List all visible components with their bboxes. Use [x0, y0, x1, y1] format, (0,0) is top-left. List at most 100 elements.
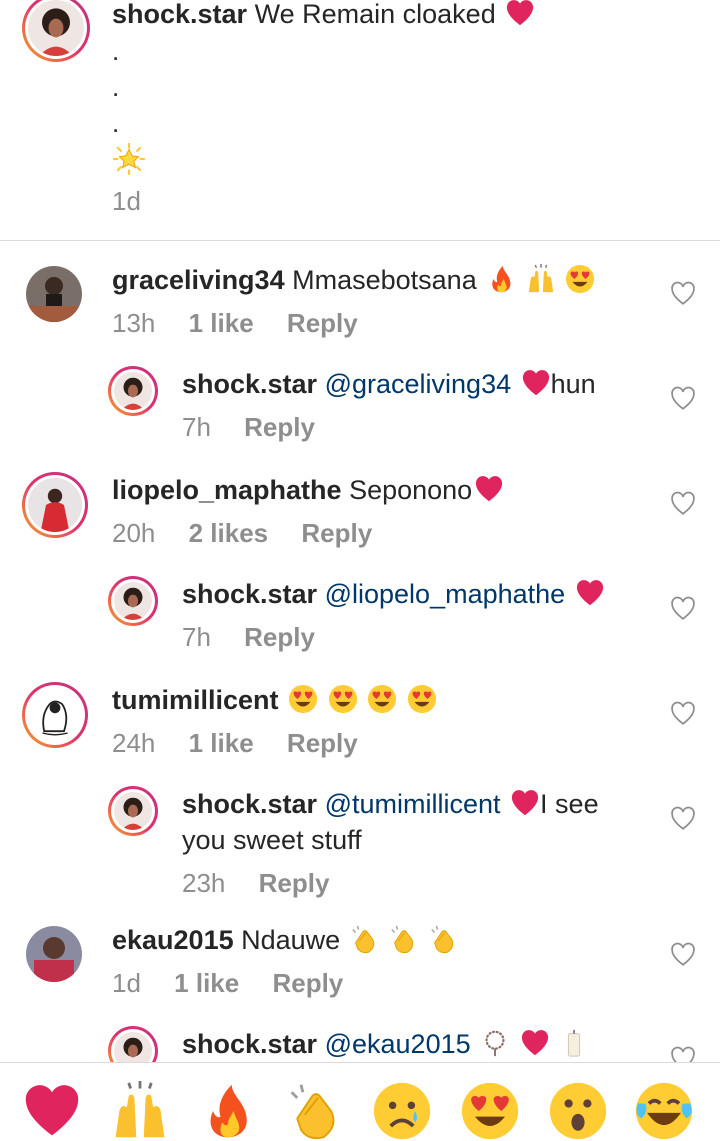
reply-mention[interactable]: @graceliving34 — [325, 369, 512, 399]
comment-time: 1d — [112, 968, 141, 998]
reply-text-continued: you sweet stuff — [182, 825, 362, 855]
caption-line: shock.star We Remain cloaked — [112, 0, 535, 30]
avatar-image — [114, 582, 152, 620]
avatar-image — [28, 688, 82, 742]
like-heart-icon[interactable] — [670, 386, 696, 412]
like-heart-icon[interactable] — [670, 806, 696, 832]
heart-eyes-icon — [367, 684, 397, 714]
reply-line: shock.star @graceliving34 hun — [182, 368, 596, 400]
comment-username[interactable]: tumimillicent — [112, 685, 279, 715]
red-heart-icon — [510, 788, 540, 818]
reply-meta: 7h Reply — [182, 412, 341, 442]
reply-mention[interactable]: @ekau2015 — [325, 1029, 471, 1059]
reply-button[interactable]: Reply — [287, 308, 358, 338]
reply-line: shock.star @liopelo_maphathe — [182, 578, 605, 610]
reply-button[interactable]: Reply — [272, 968, 343, 998]
reply-username[interactable]: shock.star — [182, 579, 317, 609]
comment-text: Ndauwe — [241, 925, 341, 955]
comment-likes[interactable]: 2 likes — [189, 518, 269, 548]
reply-button[interactable]: Reply — [301, 518, 372, 548]
caption-avatar[interactable] — [22, 0, 90, 62]
commenter-avatar[interactable] — [26, 266, 82, 322]
comment-likes[interactable]: 1 like — [189, 308, 254, 338]
commenter-avatar[interactable] — [22, 682, 88, 748]
like-heart-icon[interactable] — [670, 942, 696, 968]
comment-text: Seponono — [349, 475, 473, 505]
prayer-beads-icon — [480, 1028, 510, 1058]
caption-time: 1d — [112, 186, 141, 216]
comment-likes[interactable]: 1 like — [174, 968, 239, 998]
reply-button[interactable]: Reply — [244, 412, 315, 442]
heart-eyes-icon — [288, 684, 318, 714]
avatar-image — [28, 0, 84, 56]
reply-mention[interactable]: @tumimillicent — [325, 789, 501, 819]
comment-meta: 13h 1 like Reply — [112, 308, 384, 338]
clapping-hands-icon[interactable] — [286, 1081, 346, 1141]
reply-username[interactable]: shock.star — [182, 1029, 317, 1059]
reply-time: 23h — [182, 868, 226, 898]
comment-text: Mmasebotsana — [292, 265, 477, 295]
avatar-image — [114, 372, 152, 410]
caption-dot: . — [112, 108, 120, 138]
reply-button[interactable]: Reply — [259, 868, 330, 898]
comment-time: 13h — [112, 308, 156, 338]
caption-meta: 1d — [112, 186, 167, 216]
reply-time: 7h — [182, 622, 211, 652]
comment-line: graceliving34 Mmasebotsana — [112, 264, 595, 296]
red-heart-icon — [575, 578, 605, 608]
surprised-face-icon[interactable] — [548, 1081, 608, 1141]
reply-avatar[interactable] — [108, 576, 158, 626]
commenter-avatar[interactable] — [26, 926, 82, 982]
sad-face-icon[interactable] — [372, 1081, 432, 1141]
red-heart-icon[interactable] — [22, 1081, 82, 1141]
reply-text: I see — [540, 789, 599, 819]
reply-line: shock.star @ekau2015 — [182, 1028, 589, 1060]
reply-line-2: you sweet stuff — [182, 824, 362, 856]
raising-hands-icon — [526, 264, 556, 294]
comment-meta: 1d 1 like Reply — [112, 968, 369, 998]
comment-likes[interactable]: 1 like — [189, 728, 254, 758]
clapping-hands-icon — [389, 924, 419, 954]
comment-username[interactable]: graceliving34 — [112, 265, 285, 295]
caption-username[interactable]: shock.star — [112, 0, 247, 29]
like-heart-icon[interactable] — [670, 491, 696, 517]
reply-button[interactable]: Reply — [244, 622, 315, 652]
like-heart-icon[interactable] — [670, 701, 696, 727]
comment-line: ekau2015 Ndauwe — [112, 924, 459, 956]
red-heart-icon — [474, 474, 504, 504]
avatar-image — [114, 792, 152, 830]
heart-eyes-icon — [407, 684, 437, 714]
red-heart-icon — [505, 0, 535, 28]
comment-meta: 24h 1 like Reply — [112, 728, 384, 758]
comment-line: liopelo_maphathe Seponono — [112, 474, 504, 506]
reply-avatar[interactable] — [108, 366, 158, 416]
like-heart-icon[interactable] — [670, 596, 696, 622]
clapping-hands-icon — [350, 924, 380, 954]
red-heart-icon — [520, 1028, 550, 1058]
commenter-avatar[interactable] — [22, 472, 88, 538]
reply-line: shock.star @tumimillicent I see — [182, 788, 599, 820]
heart-eyes-icon[interactable] — [460, 1081, 520, 1141]
fire-icon[interactable] — [198, 1081, 258, 1141]
reply-mention[interactable]: @liopelo_maphathe — [325, 579, 566, 609]
caption-dot: . — [112, 72, 120, 102]
tears-of-joy-icon[interactable] — [634, 1081, 694, 1141]
fire-icon — [486, 264, 516, 294]
reply-button[interactable]: Reply — [287, 728, 358, 758]
glowing-star-icon — [112, 142, 146, 176]
red-heart-icon — [521, 368, 551, 398]
comment-time: 20h — [112, 518, 156, 548]
raising-hands-icon[interactable] — [110, 1081, 170, 1141]
reply-username[interactable]: shock.star — [182, 789, 317, 819]
reply-meta: 7h Reply — [182, 622, 341, 652]
reply-avatar[interactable] — [108, 786, 158, 836]
comment-time: 24h — [112, 728, 156, 758]
reply-meta: 23h Reply — [182, 868, 355, 898]
reply-username[interactable]: shock.star — [182, 369, 317, 399]
comment-username[interactable]: ekau2015 — [112, 925, 234, 955]
quick-reaction-bar — [0, 1062, 720, 1141]
heart-eyes-icon — [328, 684, 358, 714]
like-heart-icon[interactable] — [670, 281, 696, 307]
caption-dot: . — [112, 36, 120, 66]
comment-username[interactable]: liopelo_maphathe — [112, 475, 342, 505]
